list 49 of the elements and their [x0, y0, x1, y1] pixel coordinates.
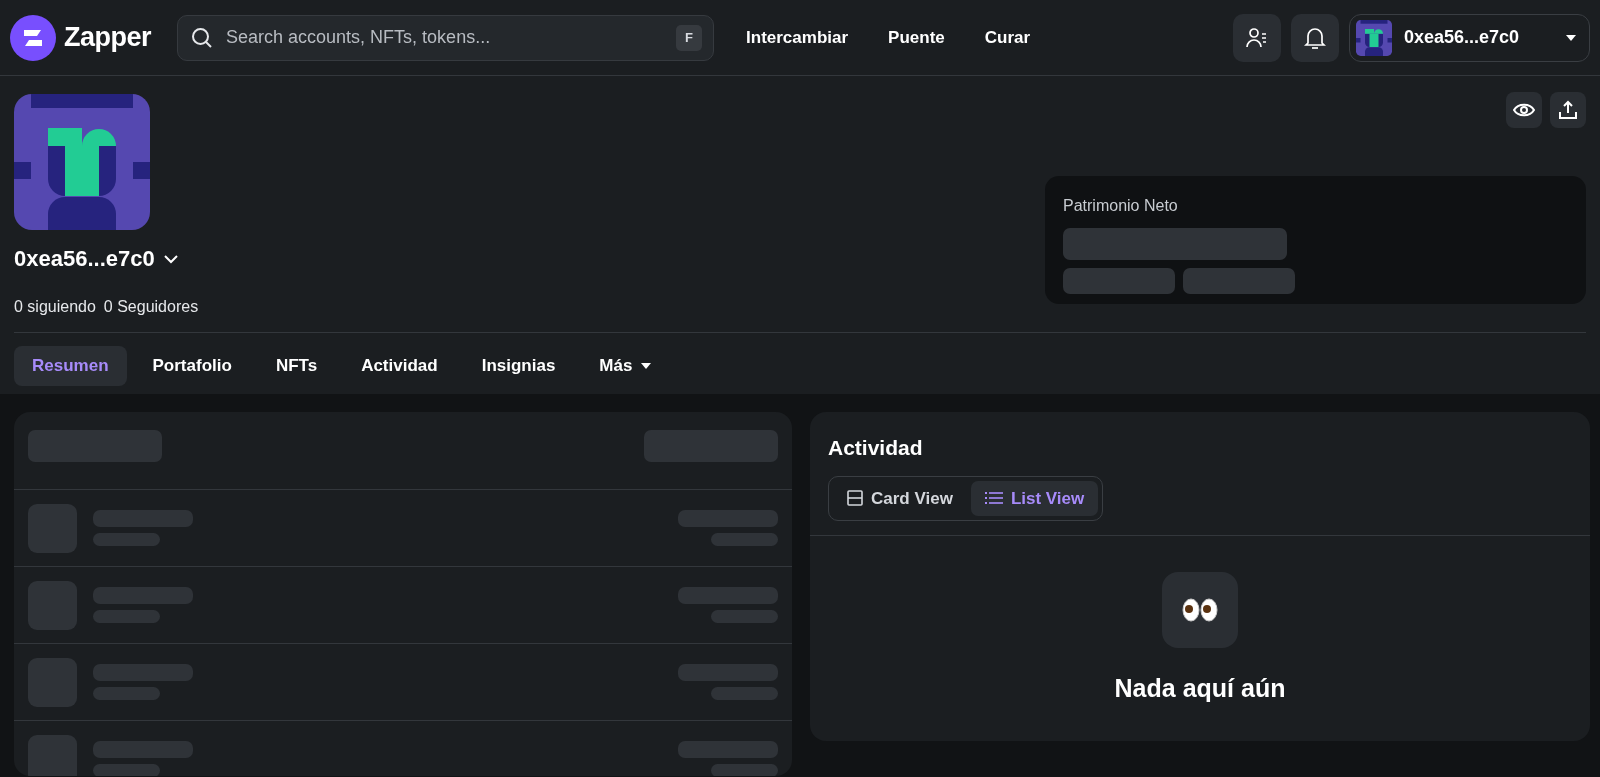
loading-placeholder	[93, 610, 160, 623]
eye-icon	[1513, 102, 1535, 118]
contacts-button[interactable]	[1233, 13, 1281, 62]
eyes-icon	[1182, 598, 1218, 622]
card-title: Actividad	[828, 435, 924, 461]
tab[interactable]: Resumen	[14, 346, 127, 386]
account-address: 0xea56...e7c0	[14, 245, 155, 273]
loading-placeholder	[711, 533, 778, 546]
loading-placeholder	[28, 734, 77, 776]
notifications-button[interactable]	[1291, 13, 1339, 62]
following-count[interactable]: 0 siguiendo	[14, 295, 96, 319]
loading-placeholder	[93, 533, 160, 546]
shortcut-key: F	[676, 24, 703, 51]
loading-placeholder	[711, 610, 778, 623]
loading-placeholder	[711, 764, 778, 776]
tab[interactable]: NFTs	[257, 346, 336, 386]
nav-link[interactable]: Curar	[984, 18, 1031, 57]
net-worth-label: Patrimonio Neto	[1063, 196, 1179, 216]
split-box-icon	[847, 490, 863, 507]
loading-placeholder	[28, 657, 77, 707]
loading-placeholder	[93, 764, 160, 776]
list-icon	[984, 491, 1003, 506]
chevron-down-icon[interactable]	[162, 253, 179, 264]
caret-icon	[640, 361, 653, 370]
tab[interactable]: Más	[581, 346, 671, 386]
watch-button[interactable]	[1506, 92, 1542, 128]
loading-placeholder	[28, 580, 77, 630]
loading-placeholder	[93, 687, 160, 700]
avatar-drawing	[1356, 19, 1392, 56]
account-button[interactable]: 0xea56...e7c0	[1349, 13, 1590, 62]
view-toggle[interactable]: Card View	[833, 480, 967, 516]
brand-name: Zapper	[64, 21, 152, 55]
loading-placeholder	[711, 687, 778, 700]
people-list-icon	[1245, 25, 1269, 50]
empty-message: Nada aquí aún	[1114, 673, 1286, 704]
logo-icon[interactable]	[10, 14, 56, 61]
search-icon	[191, 26, 214, 49]
tab[interactable]: Insignias	[463, 346, 574, 386]
nav-link[interactable]: Puente	[888, 18, 945, 57]
upload-icon	[1558, 100, 1578, 120]
loading-placeholder	[28, 503, 77, 553]
followers-count[interactable]: 0 Seguidores	[103, 295, 199, 319]
bell-icon	[1304, 25, 1326, 50]
tab[interactable]: Portafolio	[134, 346, 250, 386]
view-toggle[interactable]: List View	[970, 480, 1099, 516]
share-button[interactable]	[1550, 92, 1586, 128]
tab[interactable]: Actividad	[343, 346, 456, 386]
nav-link[interactable]: Intercambiar	[746, 18, 849, 57]
caret-icon	[1565, 33, 1577, 42]
